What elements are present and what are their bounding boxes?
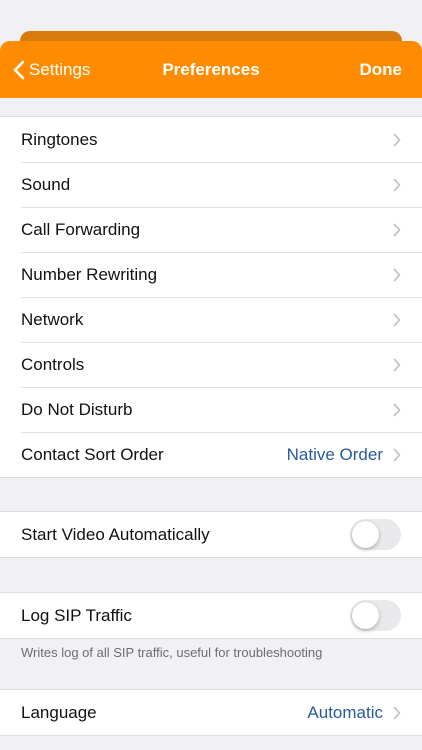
- language-value: Automatic: [307, 702, 383, 722]
- toggle-knob: [352, 602, 379, 629]
- chevron-right-icon: [393, 706, 401, 719]
- back-button-label: Settings: [29, 59, 91, 79]
- toggle-knob: [352, 521, 379, 548]
- row-do-not-disturb[interactable]: Do Not Disturb: [0, 387, 422, 432]
- row-label: Controls: [21, 354, 85, 374]
- log-sip-traffic-toggle[interactable]: [350, 600, 401, 631]
- row-controls[interactable]: Controls: [0, 342, 422, 387]
- preferences-list: Ringtones Sound Call Forwarding Number R…: [0, 116, 422, 478]
- sip-footnote: Writes log of all SIP traffic, useful fo…: [21, 645, 323, 660]
- chevron-right-icon: [393, 133, 401, 146]
- row-label: Do Not Disturb: [21, 399, 133, 419]
- row-label: Contact Sort Order: [21, 444, 164, 464]
- chevron-left-icon: [13, 60, 25, 79]
- chevron-right-icon: [393, 268, 401, 281]
- chevron-right-icon: [393, 178, 401, 191]
- contact-sort-order-value: Native Order: [286, 444, 383, 464]
- start-video-toggle[interactable]: [350, 519, 401, 550]
- row-label: Language: [21, 702, 97, 722]
- chevron-right-icon: [393, 403, 401, 416]
- row-language[interactable]: Language Automatic: [0, 690, 422, 735]
- video-settings-group: Start Video Automatically: [0, 511, 422, 558]
- sip-settings-group: Log SIP Traffic: [0, 592, 422, 639]
- row-label: Ringtones: [21, 129, 98, 149]
- chevron-right-icon: [393, 223, 401, 236]
- back-button[interactable]: Settings: [12, 41, 90, 98]
- chevron-right-icon: [393, 358, 401, 371]
- done-button[interactable]: Done: [360, 41, 403, 98]
- row-label: Start Video Automatically: [21, 524, 210, 544]
- row-log-sip-traffic: Log SIP Traffic: [0, 593, 422, 638]
- chevron-right-icon: [393, 448, 401, 461]
- row-label: Number Rewriting: [21, 264, 158, 284]
- row-ringtones[interactable]: Ringtones: [0, 117, 422, 162]
- row-start-video-automatically: Start Video Automatically: [0, 512, 422, 557]
- row-label: Call Forwarding: [21, 219, 141, 239]
- row-label: Network: [21, 309, 84, 329]
- row-contact-sort-order[interactable]: Contact Sort Order Native Order: [0, 432, 422, 477]
- row-label: Sound: [21, 174, 71, 194]
- row-sound[interactable]: Sound: [0, 162, 422, 207]
- row-number-rewriting[interactable]: Number Rewriting: [0, 252, 422, 297]
- row-call-forwarding[interactable]: Call Forwarding: [0, 207, 422, 252]
- row-network[interactable]: Network: [0, 297, 422, 342]
- language-group: Language Automatic: [0, 689, 422, 736]
- chevron-right-icon: [393, 313, 401, 326]
- row-label: Log SIP Traffic: [21, 605, 132, 625]
- navigation-bar: Settings Preferences Done: [0, 41, 422, 98]
